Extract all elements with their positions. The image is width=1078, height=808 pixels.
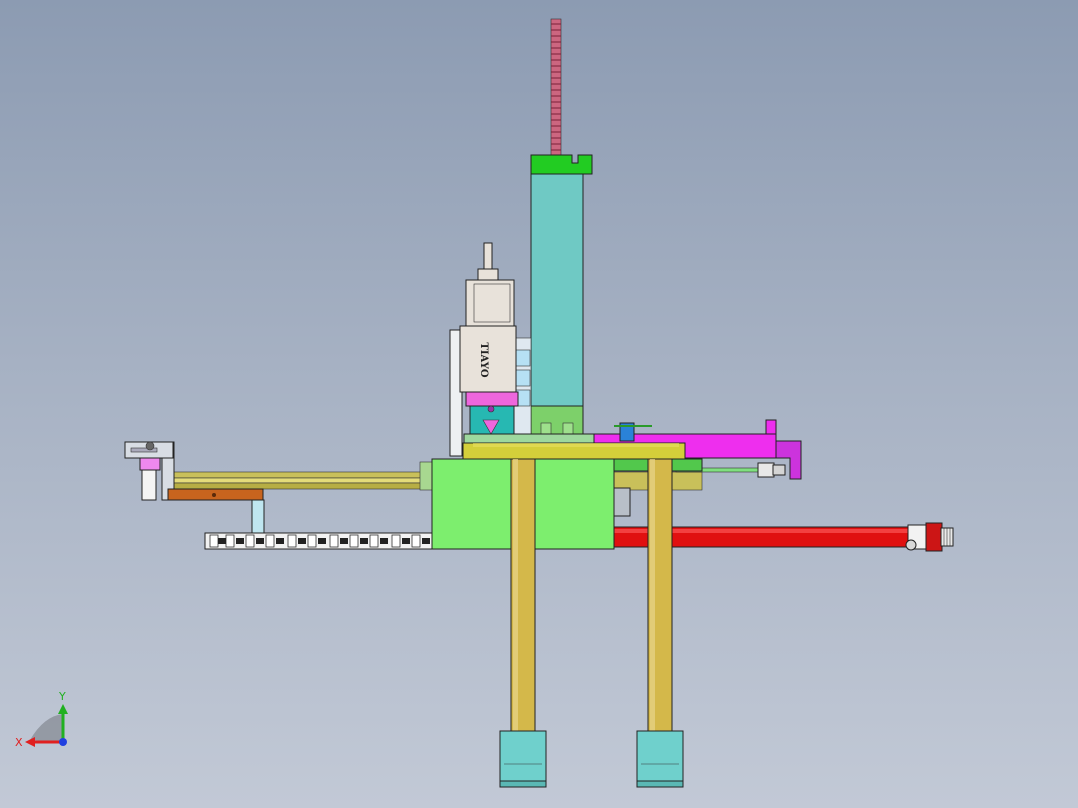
support-leg-right	[647, 458, 673, 732]
vertical-column	[530, 173, 584, 437]
lead-screw	[550, 18, 562, 156]
motor-brand-label: TIAYO	[478, 342, 489, 378]
foot-right	[636, 730, 684, 788]
z-axis-dot	[59, 738, 67, 746]
y-axis-label: Y	[58, 690, 66, 703]
cable-drag-chain	[204, 532, 436, 550]
column-side-rail	[513, 337, 532, 435]
coordinate-triad: Y X	[15, 690, 68, 749]
servo-motor: TIAYO	[449, 242, 519, 457]
machine-assembly-drawing: TIAYO Y X	[15, 18, 954, 788]
x-axis-label: X	[15, 736, 23, 749]
foot-left	[499, 730, 547, 788]
cad-viewport[interactable]: TIAYO Y X	[0, 0, 1078, 808]
support-leg-left	[510, 458, 536, 732]
column-top-cap	[530, 154, 593, 175]
